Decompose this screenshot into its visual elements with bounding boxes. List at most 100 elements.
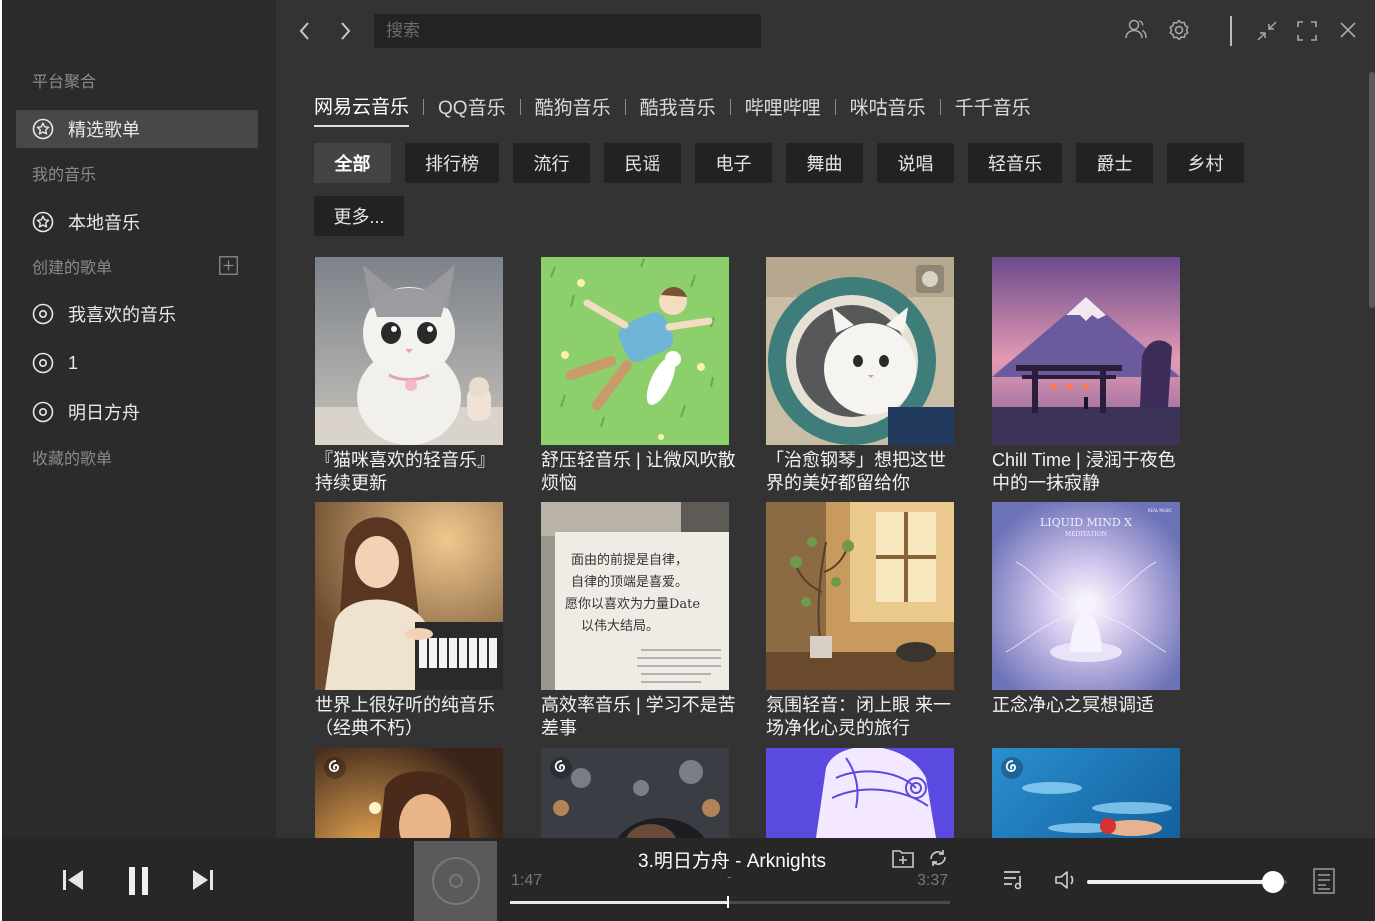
- playback-progress-handle[interactable]: [726, 896, 729, 908]
- users-icon: [1125, 19, 1147, 39]
- category-dance[interactable]: 舞曲: [786, 143, 863, 183]
- total-time: 3:37: [917, 872, 949, 889]
- sidebar-item-label: 明日方舟: [68, 403, 140, 423]
- category-light-music[interactable]: 轻音乐: [968, 143, 1062, 183]
- playlist-card[interactable]: LIQUID MIND X MEDITATION REAL MUSIC 正念净心…: [992, 502, 1180, 717]
- star-circle-icon: [32, 211, 54, 233]
- category-charts[interactable]: 排行榜: [405, 143, 499, 183]
- disc-icon: [32, 401, 54, 423]
- playlist-title: 正念净心之冥想调适: [992, 695, 1154, 715]
- playlist-card[interactable]: 「治愈钢琴」想把这世界的美好都留给你: [766, 257, 954, 495]
- playlist-title: 舒压轻音乐 | 让微风吹散烦恼: [541, 450, 736, 493]
- playlist-card[interactable]: 氛围轻音：闭上眼 来一场净化心灵的旅行: [766, 502, 954, 740]
- category-country[interactable]: 乡村: [1167, 143, 1244, 183]
- category-jazz[interactable]: 爵士: [1076, 143, 1153, 183]
- collapse-icon: [1257, 21, 1277, 41]
- tab-kuwo[interactable]: 酷我音乐: [640, 93, 716, 126]
- tab-qianqian[interactable]: 千千音乐: [955, 93, 1031, 126]
- vinyl-disc-icon: [431, 857, 480, 905]
- sidebar-playlist-item[interactable]: 1: [16, 344, 258, 382]
- plus-square-icon: [219, 256, 238, 275]
- chevron-left-icon: [299, 22, 309, 40]
- app-window: 平台聚合 精选歌单 我的音乐 本地音乐 创建的歌单 我喜欢的音乐 1 明日方舟 …: [2, 0, 1375, 921]
- playlist-title: 氛围轻音：闭上眼 来一场净化心灵的旅行: [766, 695, 951, 738]
- playlist-card[interactable]: 面由的前提是自律， 自律的顶端是喜爱。 愿你以喜欢为力量Date 以伟大结局。 …: [541, 502, 736, 740]
- playlist-card[interactable]: 舒压轻音乐 | 让微风吹散烦恼: [541, 257, 736, 495]
- sidebar-item-featured[interactable]: 精选歌单: [16, 110, 258, 148]
- playlist-cover-swimmer: [992, 748, 1180, 838]
- netease-logo-icon: [549, 756, 573, 780]
- player-bar: 3.明日方舟 - Arknights 1:47 - 3:37: [2, 838, 1375, 921]
- tab-kugou[interactable]: 酷狗音乐: [535, 93, 611, 126]
- category-electronic[interactable]: 电子: [695, 143, 772, 183]
- category-folk[interactable]: 民谣: [604, 143, 681, 183]
- back-button[interactable]: [296, 20, 314, 42]
- tab-migu[interactable]: 咪咕音乐: [850, 93, 926, 126]
- playlist-card[interactable]: 世界上很好听的纯音乐（经典不朽）: [315, 502, 503, 740]
- category-rap[interactable]: 说唱: [877, 143, 954, 183]
- next-track-button[interactable]: [192, 869, 214, 891]
- user-button[interactable]: [1124, 18, 1148, 40]
- playlist-cover-piano-girl: [315, 502, 503, 690]
- repeat-mode-button[interactable]: [927, 847, 949, 869]
- playlist-title: 高效率音乐 | 学习不是苦差事: [541, 695, 736, 738]
- queue-icon: [1004, 871, 1022, 890]
- add-playlist-button[interactable]: [219, 256, 238, 275]
- playlist-card[interactable]: 『猫咪喜欢的轻音乐』持续更新: [315, 257, 503, 495]
- tab-divider: [423, 98, 425, 115]
- tab-bilibili[interactable]: 哔哩哔哩: [745, 93, 821, 126]
- forward-button[interactable]: [336, 20, 354, 42]
- volume-button[interactable]: [1054, 869, 1078, 891]
- platform-tabs: 网易云音乐 QQ音乐 酷狗音乐 酷我音乐 哔哩哔哩 咪咕音乐 千千音乐: [314, 92, 1031, 127]
- previous-track-button[interactable]: [62, 869, 84, 891]
- tab-divider: [729, 98, 731, 115]
- pause-button[interactable]: [128, 866, 150, 896]
- tab-divider: [519, 98, 521, 115]
- note-line-3: 愿你以喜欢为力量Date: [565, 597, 700, 612]
- toolbar-divider: [1230, 16, 1232, 46]
- playlist-card[interactable]: [315, 748, 503, 838]
- album-art[interactable]: [414, 841, 497, 921]
- cover-corner-text: REAL MUSIC: [1148, 508, 1173, 513]
- volume-slider-handle[interactable]: [1262, 871, 1284, 893]
- sidebar-playlist-item[interactable]: 明日方舟: [16, 393, 258, 431]
- playback-progress-fill: [510, 901, 728, 904]
- tab-qq[interactable]: QQ音乐: [438, 93, 506, 126]
- tab-netease[interactable]: 网易云音乐: [314, 92, 410, 127]
- content-scrollbar[interactable]: [1369, 72, 1375, 308]
- minimize-button[interactable]: [1256, 20, 1278, 42]
- netease-logo-icon: [323, 756, 347, 780]
- cover-subtitle: MEDITATION: [1065, 531, 1107, 538]
- add-to-playlist-button[interactable]: [892, 848, 914, 868]
- lyrics-icon: [1313, 868, 1335, 894]
- playlist-title: 「治愈钢琴」想把这世界的美好都留给你: [766, 450, 946, 493]
- playlist-card[interactable]: [541, 748, 729, 838]
- note-line-1: 面由的前提是自律，: [571, 552, 688, 568]
- tab-divider: [624, 98, 626, 115]
- playback-progress-bar[interactable]: [510, 896, 950, 908]
- volume-slider[interactable]: [1087, 871, 1287, 893]
- disc-icon: [32, 352, 54, 374]
- close-button[interactable]: [1339, 21, 1357, 39]
- collected-playlists-section-label: 收藏的歌单: [32, 451, 113, 468]
- tab-divider: [939, 98, 941, 115]
- category-more[interactable]: 更多...: [314, 196, 404, 236]
- playlist-queue-button[interactable]: [1002, 868, 1026, 890]
- playlist-card[interactable]: Chill Time | 浸润于夜色中的一抹寂静: [992, 257, 1180, 495]
- sidebar-item-local-music[interactable]: 本地音乐: [16, 203, 258, 241]
- settings-button[interactable]: [1167, 18, 1191, 42]
- search-input[interactable]: [374, 14, 761, 48]
- maximize-button[interactable]: [1296, 20, 1318, 42]
- sidebar-item-label: 精选歌单: [68, 120, 140, 140]
- lyrics-button[interactable]: [1313, 868, 1335, 894]
- sidebar: 平台聚合 精选歌单 我的音乐 本地音乐 创建的歌单 我喜欢的音乐 1 明日方舟 …: [2, 0, 276, 838]
- category-pop[interactable]: 流行: [513, 143, 590, 183]
- playlist-cover-handwritten-note: 面由的前提是自律， 自律的顶端是喜爱。 愿你以喜欢为力量Date 以伟大结局。: [541, 502, 729, 690]
- note-line-4: 以伟大结局。: [581, 619, 659, 634]
- sidebar-item-label: 1: [68, 352, 79, 373]
- star-circle-icon: [32, 118, 54, 140]
- playlist-card[interactable]: [766, 748, 954, 838]
- sidebar-playlist-item[interactable]: 我喜欢的音乐: [16, 295, 258, 333]
- category-all[interactable]: 全部: [314, 143, 391, 183]
- playlist-card[interactable]: [992, 748, 1180, 838]
